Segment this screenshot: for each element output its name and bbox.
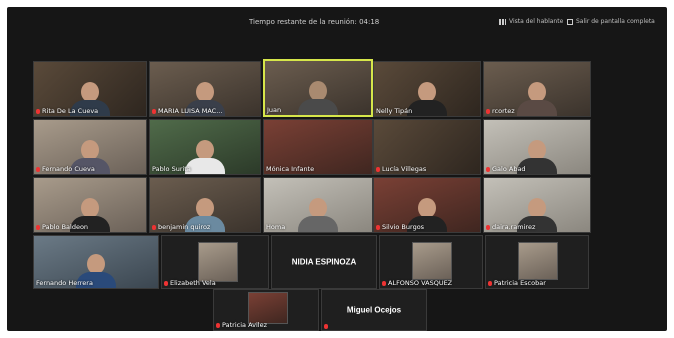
mic-muted-icon	[486, 166, 490, 172]
video-tile[interactable]: Patricia Escobar	[485, 235, 589, 289]
participant-name: Mónica Infante	[266, 165, 315, 173]
video-tile[interactable]: MARIA LUISA MAC...	[149, 61, 261, 117]
video-tile[interactable]: Pablo Surita	[149, 119, 261, 175]
top-bar: Tiempo restante de la reunión: 04:18 Vis…	[7, 7, 667, 33]
profile-picture	[198, 242, 238, 282]
speaker-view-label: Vista del hablante	[509, 18, 564, 25]
profile-picture	[412, 242, 452, 280]
zoom-window: Tiempo restante de la reunión: 04:18 Vis…	[7, 7, 667, 331]
participant-name: MARIA LUISA MAC...	[158, 107, 223, 115]
participant-name: Pablo Baldeon	[42, 223, 89, 231]
gallery-view-icon	[499, 18, 506, 25]
participant-name: daira.ramirez	[492, 223, 536, 231]
participant-name-placeholder: NIDIA ESPINOZA	[291, 257, 357, 267]
mic-muted-icon	[382, 280, 386, 286]
participant-name: benjamin quiroz	[158, 223, 211, 231]
video-tile[interactable]: Homa	[263, 177, 373, 233]
participant-video	[298, 81, 338, 115]
participant-name: rcortez	[492, 107, 515, 115]
participant-name: Pablo Surita	[152, 165, 191, 173]
video-tile[interactable]: Pablo Baldeon	[33, 177, 147, 233]
profile-picture	[248, 292, 288, 324]
participant-name: Patricia Avilez	[222, 321, 268, 329]
mic-muted-icon	[376, 224, 380, 230]
video-tile[interactable]: benjamin quiroz	[149, 177, 261, 233]
exit-fullscreen-label: Salir de pantalla completa	[576, 18, 655, 25]
participant-video	[407, 82, 447, 116]
video-tile[interactable]: Miguel Ocejos	[321, 289, 427, 331]
mic-muted-icon	[216, 322, 220, 328]
video-tile[interactable]: Silvio Burgos	[373, 177, 481, 233]
mic-muted-icon	[164, 280, 168, 286]
participant-video	[298, 198, 338, 232]
mic-muted-icon	[486, 224, 490, 230]
participant-video	[185, 140, 225, 174]
video-tile[interactable]: Elizabeth Vela	[161, 235, 269, 289]
mic-muted-icon	[36, 224, 40, 230]
video-tile[interactable]: Rita De La Cueva	[33, 61, 147, 117]
participant-name: Galo Abad	[492, 165, 526, 173]
exit-fullscreen-button[interactable]: Salir de pantalla completa	[567, 18, 655, 25]
participant-name: ALFONSO VASQUEZ	[388, 279, 453, 287]
speaker-view-button[interactable]: Vista del hablante	[499, 18, 563, 25]
participant-name: Nelly Tipán	[376, 107, 413, 115]
mic-muted-icon	[324, 324, 328, 329]
participant-name: Patricia Escobar	[494, 279, 546, 287]
video-tile[interactable]: NIDIA ESPINOZA	[271, 235, 377, 289]
participant-name: Juan	[267, 106, 282, 114]
participant-name: Rita De La Cueva	[42, 107, 99, 115]
video-tile-active-speaker[interactable]: Juan	[263, 59, 373, 117]
meeting-timer: Tiempo restante de la reunión: 04:18	[249, 18, 380, 26]
mic-muted-icon	[152, 108, 156, 114]
participant-name: Fernando Herrera	[36, 279, 93, 287]
mic-muted-icon	[376, 166, 380, 172]
mic-muted-icon	[36, 108, 40, 114]
video-tile[interactable]: Mónica Infante	[263, 119, 373, 175]
video-tile[interactable]: rcortez	[483, 61, 591, 117]
video-tile[interactable]: ALFONSO VASQUEZ	[379, 235, 483, 289]
video-tile[interactable]: Fernando Herrera	[33, 235, 159, 289]
profile-picture	[518, 242, 558, 280]
participant-name: Elizabeth Vela	[170, 279, 216, 287]
mic-muted-icon	[152, 224, 156, 230]
exit-fullscreen-icon	[567, 18, 573, 25]
video-tile[interactable]: daira.ramirez	[483, 177, 591, 233]
participant-name: Silvio Burgos	[382, 223, 425, 231]
participant-video	[517, 82, 557, 116]
mic-muted-icon	[488, 280, 492, 286]
participant-name: Fernando Cueva	[42, 165, 95, 173]
video-tile[interactable]: Galo Abad	[483, 119, 591, 175]
mic-muted-icon	[486, 108, 490, 114]
participant-name-placeholder: Miguel Ocejos	[346, 305, 402, 315]
video-tile[interactable]: Fernando Cueva	[33, 119, 147, 175]
video-tile[interactable]: Lucía Villegas	[373, 119, 481, 175]
participant-name: Homa	[266, 223, 286, 231]
video-tile[interactable]: Nelly Tipán	[373, 61, 481, 117]
participant-name: Lucía Villegas	[382, 165, 427, 173]
mic-muted-icon	[36, 166, 40, 172]
video-tile[interactable]: Patricia Avilez	[213, 289, 319, 331]
